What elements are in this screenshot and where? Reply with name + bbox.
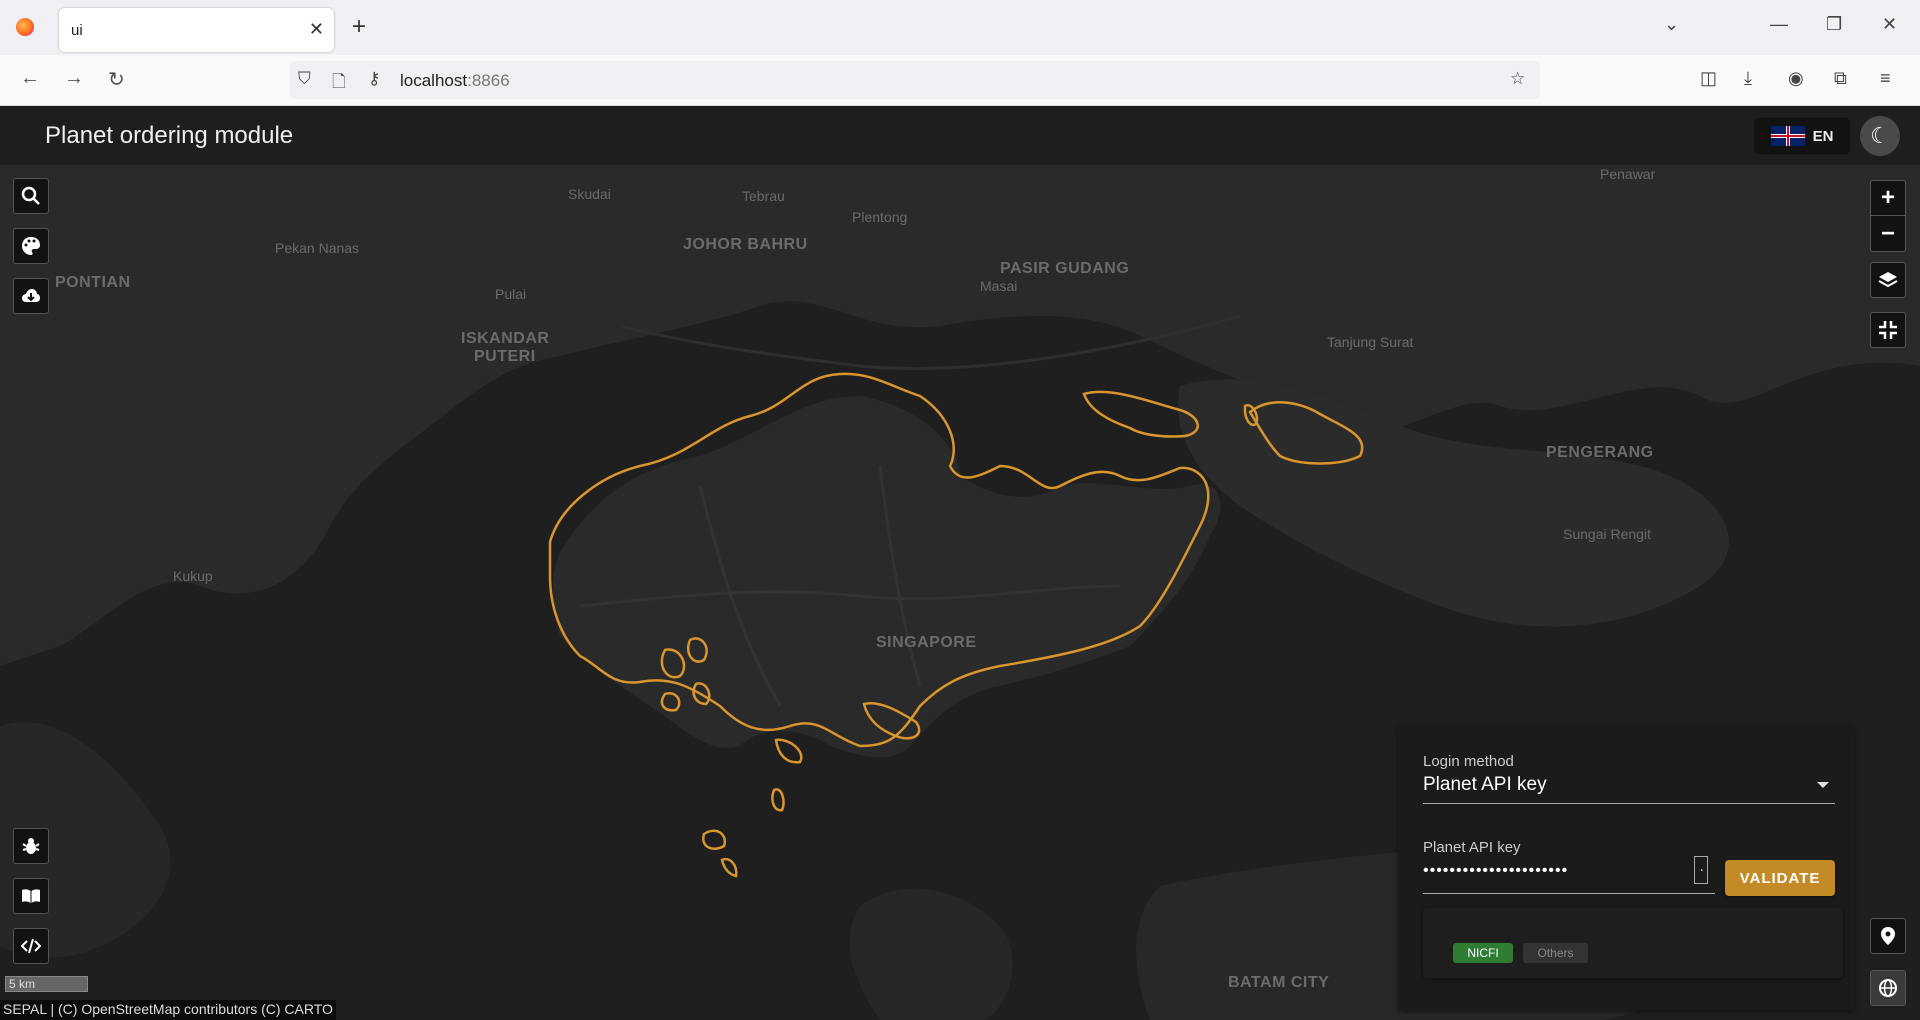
book-icon (22, 889, 40, 903)
forward-icon[interactable]: → (64, 67, 84, 90)
fullscreen-button[interactable] (1870, 312, 1906, 348)
dark-mode-toggle[interactable]: ☾ (1860, 116, 1900, 156)
compress-icon (1879, 321, 1897, 339)
close-tab-icon[interactable]: ✕ (309, 19, 324, 40)
api-key-input[interactable]: •••••••••••••••••••••• (1423, 862, 1715, 894)
language-button[interactable]: EN (1754, 118, 1850, 154)
close-window-icon[interactable]: ✕ (1882, 14, 1897, 35)
map-label: Tebrau (742, 188, 785, 204)
account-icon[interactable]: ◉ (1788, 68, 1804, 89)
map-label: PENGERANG (1546, 444, 1654, 461)
map-label: Pekan Nanas (275, 240, 360, 256)
map-marker-icon (1881, 927, 1895, 945)
palette-icon (22, 237, 40, 255)
api-key-label: Planet API key (1423, 839, 1521, 856)
bookmark-star-icon[interactable]: ☆ (1510, 69, 1525, 89)
subscription-box: NICFI Others (1423, 908, 1843, 978)
map-label: Masai (980, 278, 1018, 294)
map-label: JOHOR BAHRU (683, 236, 808, 253)
scale-bar: 5 km (5, 976, 88, 992)
restore-icon[interactable]: ❐ (1826, 14, 1842, 35)
uk-flag-icon (1770, 126, 1805, 146)
zoom-out-button[interactable]: − (1871, 216, 1905, 251)
search-button[interactable] (13, 178, 49, 214)
key-icon[interactable]: ⚷ (368, 69, 380, 89)
bug-icon (22, 838, 40, 854)
map-label: Pulai (495, 286, 527, 302)
url-text: localhost:8866 (400, 71, 510, 90)
show-password-icon[interactable]: ◔ (1694, 856, 1708, 884)
map-label: ISKANDAR (461, 330, 550, 347)
globe-button[interactable] (1870, 970, 1906, 1006)
map-label: Penawar (1600, 166, 1656, 182)
map-label: PONTIAN (55, 274, 131, 291)
map-label: Kukup (173, 568, 213, 584)
map-label: Plentong (852, 209, 908, 225)
map-label: SINGAPORE (876, 634, 977, 651)
layers-icon (1878, 272, 1898, 288)
language-label: EN (1812, 127, 1834, 145)
menu-icon[interactable]: ≡ (1880, 68, 1891, 89)
documentation-button[interactable] (13, 878, 49, 914)
list-tabs-icon[interactable]: ⌄ (1664, 14, 1679, 35)
map-label: Tanjung Surat (1327, 334, 1414, 350)
downloads-icon[interactable]: ⤓ (1744, 68, 1752, 89)
map-label: BATAM CITY (1228, 974, 1330, 991)
map-label: Sungai Rengit (1563, 526, 1651, 542)
browser-tab[interactable]: ui ✕ (59, 8, 334, 52)
login-method-value: Planet API key (1423, 774, 1547, 795)
browser-nav-bar: ← → ↻ ⛉ 🗋 ⚷ localhost:8866 ☆ ◫ ⤓ ◉ ⧉ ≡ (0, 55, 1920, 106)
minimize-icon[interactable]: — (1770, 14, 1788, 35)
new-tab-icon[interactable]: + (352, 13, 366, 41)
page-icon[interactable]: 🗋 (332, 69, 346, 98)
login-method-select[interactable]: Planet API key (1423, 774, 1835, 804)
extensions-icon[interactable]: ⧉ (1834, 68, 1847, 89)
chip-nicfi[interactable]: NICFI (1453, 943, 1513, 963)
palette-button[interactable] (13, 228, 49, 264)
tab-title: ui (71, 21, 83, 39)
zoom-control: + − (1870, 180, 1906, 252)
map-label: PUTERI (474, 348, 536, 365)
url-bar[interactable]: ⛉ 🗋 ⚷ localhost:8866 ☆ (290, 61, 1540, 99)
validate-button[interactable]: VALIDATE (1725, 860, 1835, 896)
zoom-in-button[interactable]: + (1871, 181, 1905, 216)
moon-icon: ☾ (1870, 123, 1890, 148)
cloud-download-icon (22, 289, 40, 302)
page-title: Planet ordering module (45, 122, 294, 149)
chip-others[interactable]: Others (1523, 943, 1588, 963)
bug-report-button[interactable] (13, 828, 49, 864)
dropdown-caret-icon (1817, 782, 1829, 788)
globe-icon (1879, 979, 1897, 997)
firefox-icon (16, 18, 34, 36)
code-button[interactable] (13, 928, 49, 964)
layers-button[interactable] (1870, 262, 1906, 298)
search-icon (21, 186, 40, 205)
reload-icon[interactable]: ↻ (108, 67, 125, 92)
browser-tab-bar: ui ✕ + ⌄ — ❐ ✕ (0, 0, 1920, 55)
login-panel: Login method Planet API key Planet API k… (1398, 726, 1854, 1010)
back-icon[interactable]: ← (20, 67, 40, 90)
location-button[interactable] (1870, 918, 1906, 954)
map-label: Skudai (568, 186, 611, 202)
map-attribution: SEPAL | (C) OpenStreetMap contributors (… (0, 1000, 336, 1020)
pocket-icon[interactable]: ◫ (1700, 68, 1717, 89)
login-method-label: Login method (1423, 753, 1514, 770)
map-label: PASIR GUDANG (1000, 260, 1130, 277)
app-header: Planet ordering module EN ☾ (0, 106, 1920, 166)
shield-icon[interactable]: ⛉ (298, 69, 311, 89)
code-icon (21, 938, 41, 954)
download-button[interactable] (13, 278, 49, 314)
